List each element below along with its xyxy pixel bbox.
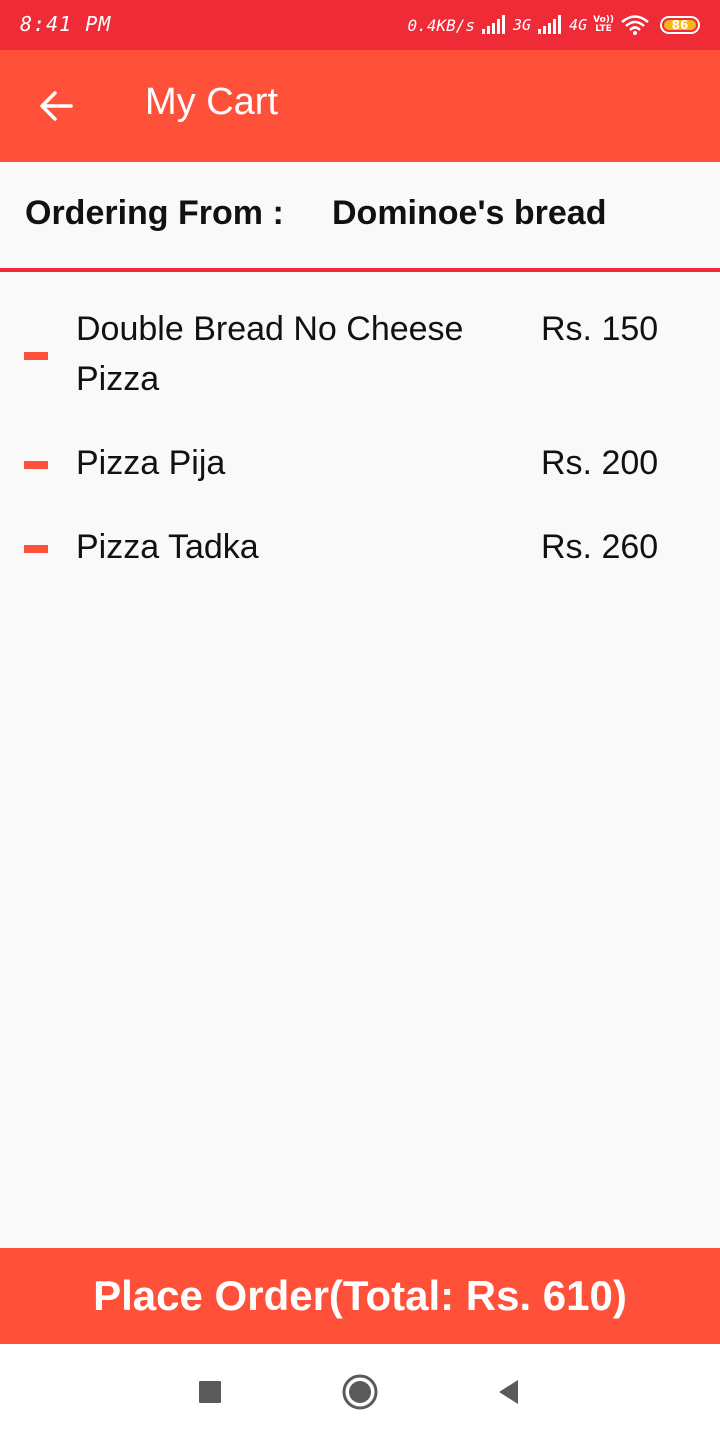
item-price: Rs. 200 — [541, 444, 659, 482]
arrow-left-icon — [40, 91, 73, 121]
remove-item-icon[interactable] — [24, 461, 48, 469]
item-name: Pizza Tadka — [76, 528, 259, 566]
item-price: Rs. 260 — [541, 528, 659, 566]
back-button[interactable] — [24, 78, 88, 134]
volte-bottom: LTE — [595, 24, 612, 34]
square-icon — [199, 1381, 221, 1403]
remove-item-icon[interactable] — [24, 545, 48, 553]
status-bar: 8:41 PM 0.4KB/s 3G 4G Vo)) LTE 86 — [0, 0, 720, 50]
ordering-from-label: Ordering From : — [25, 194, 284, 232]
system-nav-bar — [0, 1344, 720, 1440]
page-title: My Cart — [145, 81, 278, 123]
circle-icon — [342, 1374, 378, 1410]
item-name: Double Bread No Cheese Pizza — [76, 310, 464, 398]
network-type-3g: 3G — [512, 16, 532, 34]
wifi-icon — [621, 15, 649, 35]
status-time: 8:41 PM — [20, 12, 112, 36]
divider — [0, 268, 720, 272]
battery-level: 86 — [671, 18, 689, 32]
ordering-from-row: Ordering From : Dominoe's bread — [0, 162, 720, 268]
nav-back-button[interactable] — [488, 1372, 528, 1412]
volte-indicator: Vo)) LTE — [593, 16, 614, 34]
signal-icon — [481, 15, 505, 34]
restaurant-name: Dominoe's bread — [332, 194, 607, 232]
app-bar: My Cart — [0, 50, 720, 162]
home-button[interactable] — [340, 1372, 380, 1412]
item-price: Rs. 150 — [541, 310, 659, 348]
item-name: Pizza Pija — [76, 444, 226, 482]
place-order-button[interactable]: Place Order(Total: Rs. 610) — [0, 1248, 720, 1344]
network-speed: 0.4KB/s — [407, 15, 475, 35]
recents-button[interactable] — [190, 1372, 230, 1412]
network-type-4g: 4G — [569, 16, 588, 34]
triangle-back-icon — [499, 1380, 518, 1404]
remove-item-icon[interactable] — [24, 352, 48, 360]
signal-icon — [538, 15, 562, 34]
status-indicators: 0.4KB/s 3G 4G Vo)) LTE 86 — [408, 10, 700, 40]
battery-indicator: 86 — [660, 16, 700, 34]
cart-screen: 8:41 PM 0.4KB/s 3G 4G Vo)) LTE 86 My Car… — [0, 0, 720, 1440]
